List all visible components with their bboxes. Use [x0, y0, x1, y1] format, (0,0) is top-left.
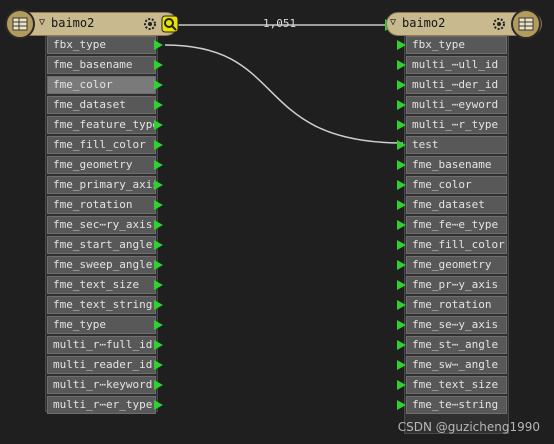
attribute-row[interactable]: fme_fill_color [406, 236, 507, 254]
attribute-row[interactable]: fme_dataset [47, 96, 156, 114]
target-writer-icon [511, 9, 541, 39]
attribute-row[interactable]: multi_⋯der_id [406, 76, 507, 94]
attribute-row[interactable]: fme_pr⋯y_axis [406, 276, 507, 294]
input-port-icon[interactable] [397, 40, 406, 50]
gear-icon[interactable] [491, 16, 507, 32]
target-node-title: baimo2 [402, 16, 446, 30]
output-port-icon[interactable] [154, 80, 163, 90]
input-port-icon[interactable] [397, 260, 406, 270]
attribute-row[interactable]: fbx_type [406, 36, 507, 54]
table-icon [12, 17, 28, 31]
attribute-row[interactable]: fme_st⋯_angle [406, 336, 507, 354]
output-port-icon[interactable] [154, 220, 163, 230]
attribute-row[interactable]: fme_sw⋯_angle [406, 356, 507, 374]
output-port-icon[interactable] [154, 320, 163, 330]
attribute-row[interactable]: multi_⋯r_type [406, 116, 507, 134]
input-port-icon[interactable] [397, 380, 406, 390]
attribute-row[interactable]: test [406, 136, 507, 154]
target-node-header[interactable]: ▽ baimo2 [386, 9, 542, 39]
input-port-icon[interactable] [397, 320, 406, 330]
output-port-icon[interactable] [154, 180, 163, 190]
attribute-row[interactable]: multi_reader_id [47, 356, 156, 374]
output-port-icon[interactable] [154, 360, 163, 370]
input-port-icon[interactable] [397, 200, 406, 210]
output-port-icon[interactable] [154, 120, 163, 130]
input-port-icon[interactable] [397, 280, 406, 290]
attribute-row[interactable]: fme_text_size [47, 276, 156, 294]
attribute-row[interactable]: fme_fill_color [47, 136, 156, 154]
watermark: CSDN @guzicheng1990 [397, 420, 540, 434]
attribute-row[interactable]: fme_rotation [406, 296, 507, 314]
attribute-row[interactable]: fme_color [47, 76, 156, 94]
output-port-icon[interactable] [154, 260, 163, 270]
attribute-row[interactable]: fme_fe⋯e_type [406, 216, 507, 234]
output-port-icon[interactable] [154, 200, 163, 210]
attribute-row[interactable]: multi_r⋯er_type [47, 396, 156, 414]
attribute-row[interactable]: multi_⋯eyword [406, 96, 507, 114]
output-port-icon[interactable] [154, 340, 163, 350]
input-port-icon[interactable] [397, 180, 406, 190]
attribute-row[interactable]: fme_geometry [47, 156, 156, 174]
attribute-row[interactable]: fme_se⋯y_axis [406, 316, 507, 334]
attribute-row[interactable]: fme_text_string [47, 296, 156, 314]
output-port-icon[interactable] [154, 380, 163, 390]
gear-icon[interactable] [142, 16, 158, 32]
attribute-row[interactable]: fme_primary_axis [47, 176, 156, 194]
output-port-icon[interactable] [154, 60, 163, 70]
input-port-icon[interactable] [397, 360, 406, 370]
inspect-icon[interactable] [161, 15, 179, 33]
input-port-icon[interactable] [397, 60, 406, 70]
attribute-row[interactable]: fme_basename [47, 56, 156, 74]
input-port-icon[interactable] [397, 220, 406, 230]
attribute-row[interactable]: fme_te⋯string [406, 396, 507, 414]
input-port-icon[interactable] [397, 340, 406, 350]
attribute-row[interactable]: fme_sweep_angle [47, 256, 156, 274]
input-port-icon[interactable] [397, 100, 406, 110]
collapse-triangle-icon[interactable]: ▽ [39, 17, 45, 28]
table-icon [518, 17, 534, 31]
attribute-row[interactable]: fme_feature_type [47, 116, 156, 134]
input-port-icon[interactable] [397, 400, 406, 410]
feature-count-label: 1,051 [263, 17, 297, 30]
output-port-icon[interactable] [154, 160, 163, 170]
input-port-icon[interactable] [397, 120, 406, 130]
source-node-header[interactable]: ▽ baimo2 [5, 9, 179, 39]
input-port-icon[interactable] [397, 140, 406, 150]
attribute-row[interactable]: fme_start_angle [47, 236, 156, 254]
attribute-row[interactable]: fme_basename [406, 156, 507, 174]
attribute-row[interactable]: fme_dataset [406, 196, 507, 214]
output-port-icon[interactable] [154, 400, 163, 410]
source-reader-icon [5, 9, 35, 39]
output-port-icon[interactable] [154, 100, 163, 110]
source-node-title: baimo2 [51, 16, 95, 30]
output-port-icon[interactable] [154, 40, 163, 50]
attribute-row[interactable]: multi_r⋯keyword [47, 376, 156, 394]
output-port-icon[interactable] [154, 240, 163, 250]
output-port-icon[interactable] [154, 280, 163, 290]
target-attribute-list [404, 34, 509, 434]
collapse-triangle-icon[interactable]: ▽ [390, 17, 396, 28]
attribute-row[interactable]: fme_type [47, 316, 156, 334]
attribute-row[interactable]: fme_rotation [47, 196, 156, 214]
attribute-row[interactable]: fme_color [406, 176, 507, 194]
attribute-row[interactable]: fbx_type [47, 36, 156, 54]
attribute-row[interactable]: multi_r⋯full_id [47, 336, 156, 354]
input-port-icon[interactable] [397, 80, 406, 90]
attribute-row[interactable]: multi_⋯ull_id [406, 56, 507, 74]
input-port-icon[interactable] [397, 240, 406, 250]
input-port-icon[interactable] [397, 160, 406, 170]
output-port-icon[interactable] [154, 140, 163, 150]
attribute-row[interactable]: fme_text_size [406, 376, 507, 394]
input-port-icon[interactable] [397, 300, 406, 310]
output-port-icon[interactable] [154, 300, 163, 310]
attribute-row[interactable]: fme_geometry [406, 256, 507, 274]
attribute-link-fbx-type-to-test[interactable] [164, 44, 404, 144]
attribute-row[interactable]: fme_sec⋯ry_axis [47, 216, 156, 234]
